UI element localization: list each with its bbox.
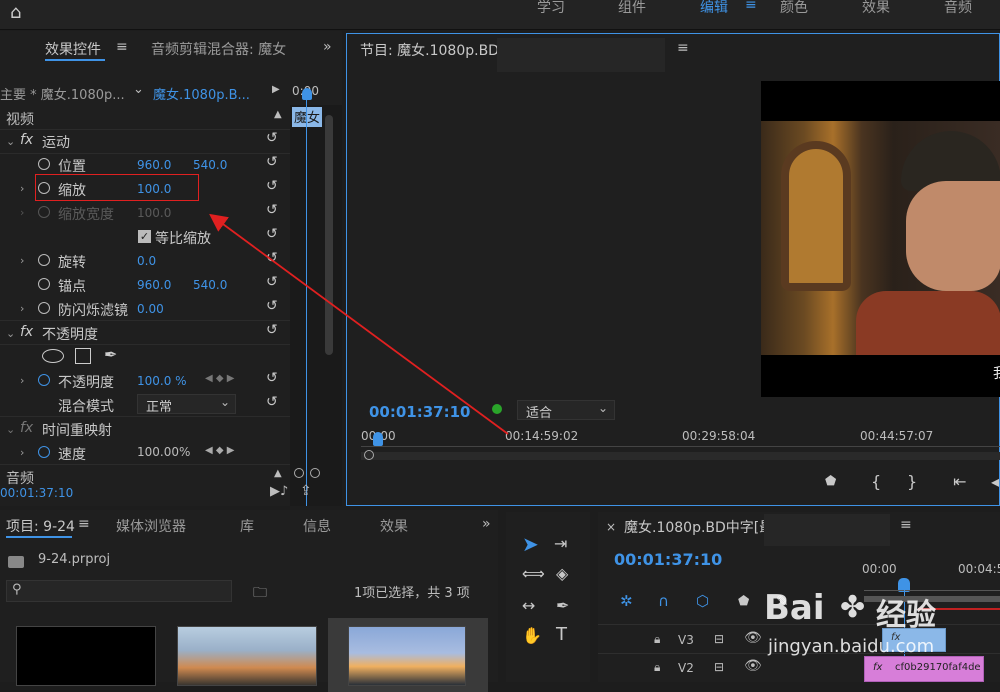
watermark-brand: Bai <box>764 588 825 628</box>
paw-icon: ✤ <box>840 590 866 625</box>
watermark: Bai ✤ 经验 jingyan.baidu.com <box>764 588 1000 678</box>
watermark-brand2: 经验 <box>876 598 936 633</box>
annotation-arrow <box>209 213 509 435</box>
watermark-url: jingyan.baidu.com <box>768 636 935 657</box>
